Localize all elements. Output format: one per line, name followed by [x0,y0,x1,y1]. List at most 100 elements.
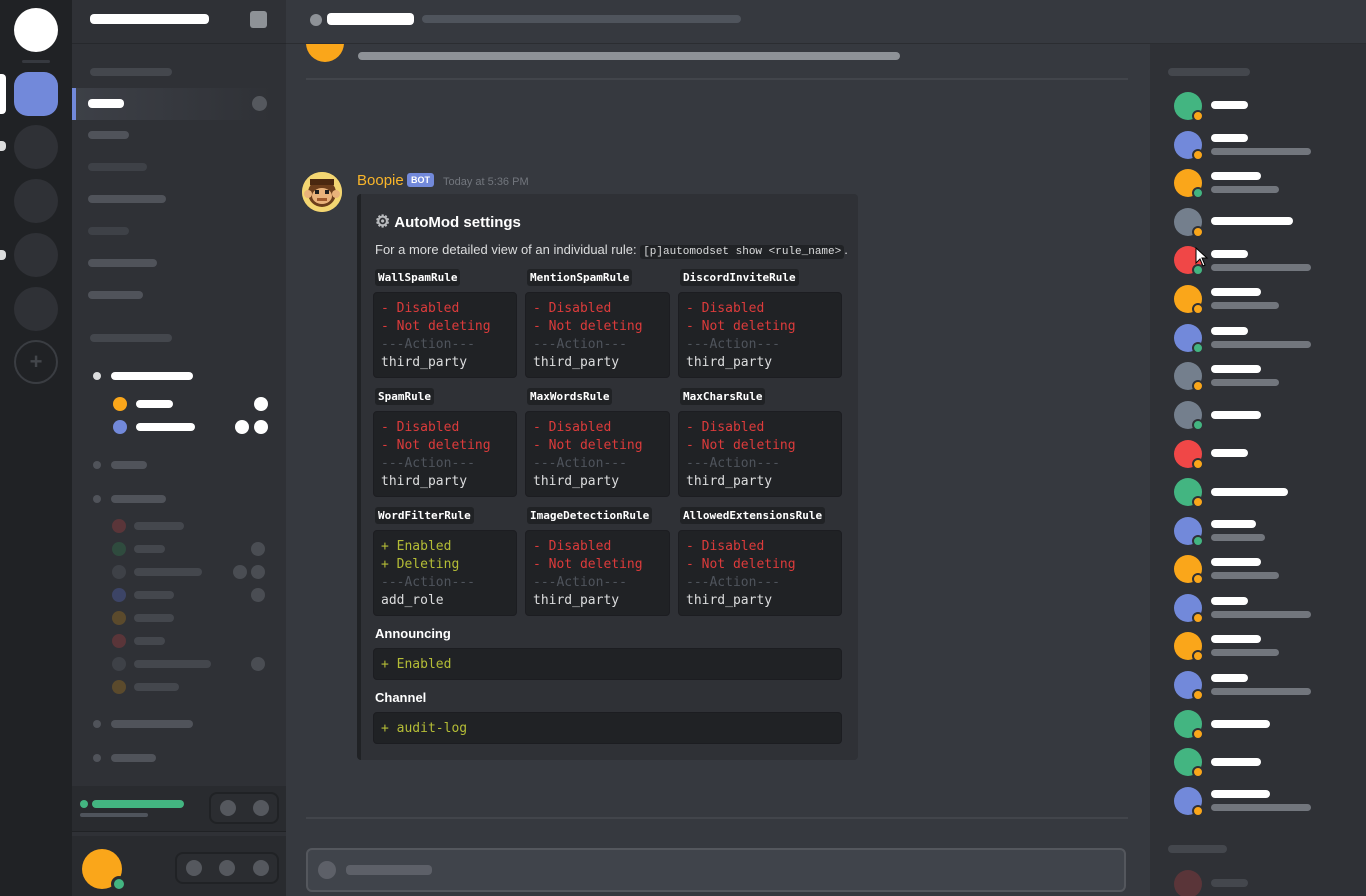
add-server-button[interactable]: + [14,340,58,384]
rule-action-header: ---Action--- [381,456,475,471]
rule-action: third_party [381,355,468,370]
settings-icon[interactable] [252,96,267,111]
disconnect-icon[interactable] [253,800,269,816]
voice-user-name[interactable] [134,522,184,530]
member-name[interactable] [1211,365,1261,373]
member-name[interactable] [1211,720,1270,728]
channel-item[interactable] [88,227,129,235]
channel-item-active[interactable] [72,88,272,120]
voice-user-avatar[interactable] [112,542,126,556]
gear-icon[interactable] [253,860,269,876]
member-avatar[interactable] [1174,870,1202,896]
voice-channel[interactable] [111,372,193,380]
member-name[interactable] [1211,217,1293,225]
channel-item[interactable] [88,291,143,299]
member-name[interactable] [1211,449,1248,457]
dropdown-icon[interactable] [250,11,267,28]
member-name[interactable] [1211,879,1248,887]
member-name[interactable] [1211,597,1248,605]
voice-channel[interactable] [111,461,147,469]
voice-user-avatar[interactable] [112,519,126,533]
member-name[interactable] [1211,250,1248,258]
voice-user-avatar[interactable] [113,420,127,434]
member-name[interactable] [1211,520,1256,528]
status-idle-icon [1192,149,1204,161]
member-name[interactable] [1211,134,1248,142]
voice-user-avatar[interactable] [112,680,126,694]
message-divider [306,78,1128,80]
rule-name: AllowedExtensionsRule [680,507,826,524]
headphones-icon[interactable] [219,860,235,876]
server-icon[interactable] [14,179,58,223]
voice-user-avatar[interactable] [112,611,126,625]
member-name[interactable] [1211,411,1261,419]
home-button[interactable] [14,8,58,52]
server-icon[interactable] [14,233,58,277]
voice-channel[interactable] [111,754,156,762]
voice-user-name[interactable] [134,545,165,553]
member-name[interactable] [1211,674,1248,682]
voice-user-avatar[interactable] [112,588,126,602]
voice-user-name[interactable] [134,683,179,691]
member-group-header [1168,845,1227,853]
unread-server-pill [0,141,6,151]
voice-channel-icon [93,461,101,469]
voice-user-name[interactable] [136,400,173,408]
server-icon-active[interactable] [14,72,58,116]
rule-code-block: - Disabled - Not deleting ---Action--- thir… [525,411,670,497]
member-name[interactable] [1211,288,1261,296]
category-header[interactable] [90,334,172,342]
member-activity [1211,148,1311,155]
microphone-icon[interactable] [186,860,202,876]
voice-controls [209,792,279,824]
status-idle-icon [1192,226,1204,238]
screen-share-icon[interactable] [220,800,236,816]
status-online-icon [1192,187,1204,199]
member-name[interactable] [1211,790,1270,798]
inline-code: [p]automodset show <rule_name> [640,245,845,259]
rule-code-block: + Enabled + Deleting ---Action--- add_role [373,530,517,616]
message-input[interactable] [306,848,1126,892]
voice-user-avatar[interactable] [112,634,126,648]
voice-user-avatar[interactable] [113,397,127,411]
message-author[interactable]: Boopie [357,172,404,189]
voice-user-name[interactable] [134,660,211,668]
rule-status: - Disabled [533,420,612,435]
message-divider [306,817,1128,819]
channel-item[interactable] [88,131,129,139]
voice-channel[interactable] [111,720,193,728]
channel-topic[interactable] [422,15,741,23]
member-name[interactable] [1211,758,1261,766]
voice-user-avatar[interactable] [112,565,126,579]
voice-user-name[interactable] [134,568,202,576]
deafen-icon [251,565,265,579]
announcing-code-block: + Enabled [373,648,842,680]
voice-channel[interactable] [111,495,166,503]
server-icon[interactable] [14,125,58,169]
member-name[interactable] [1211,327,1248,335]
member-activity [1211,534,1265,541]
server-icon[interactable] [14,287,58,331]
voice-user-name[interactable] [134,591,174,599]
channel-item[interactable] [88,259,157,267]
avatar[interactable] [302,172,342,212]
rule-action: third_party [686,355,773,370]
member-name[interactable] [1211,172,1261,180]
upload-icon[interactable] [318,861,336,879]
channel-item[interactable] [88,163,147,171]
voice-user-name[interactable] [134,637,165,645]
voice-user-name[interactable] [136,423,195,431]
rule-status: - Disabled [533,539,612,554]
server-header[interactable] [72,0,286,44]
channel-item[interactable] [88,195,166,203]
voice-user-name[interactable] [134,614,174,622]
member-name[interactable] [1211,635,1261,643]
category-header[interactable] [90,68,172,76]
member-name[interactable] [1211,488,1288,496]
member-name[interactable] [1211,558,1261,566]
voice-user-avatar[interactable] [112,657,126,671]
member-name[interactable] [1211,101,1248,109]
rule-status: - Disabled [686,539,765,554]
rule-action-header: ---Action--- [686,575,780,590]
server-list: + [0,0,72,896]
